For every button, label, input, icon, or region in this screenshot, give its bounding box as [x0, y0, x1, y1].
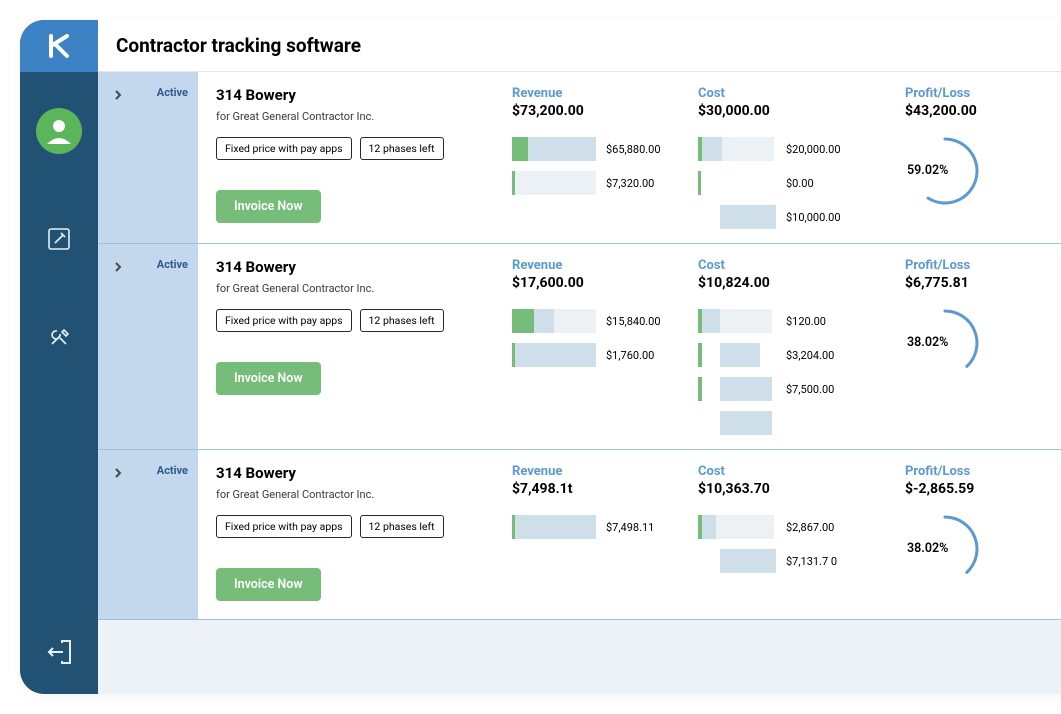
profit-arc: 38.02% — [905, 307, 985, 377]
bar-value: $3,204.00 — [786, 349, 834, 362]
cost-amount: $10,824.00 — [698, 275, 883, 291]
bar-row: $65,880.00 — [512, 137, 692, 161]
cost-label: Cost — [698, 86, 883, 101]
project-name: 314 Bowery — [216, 258, 506, 276]
cost-amount: $30,000.00 — [698, 103, 883, 119]
user-icon — [42, 114, 76, 148]
project-row: Active 314 Bowery for Great General Cont… — [98, 244, 1061, 450]
revenue-label: Revenue — [512, 258, 692, 273]
revenue-label: Revenue — [512, 464, 692, 479]
profit-label: Profit/Loss — [905, 86, 1035, 101]
revenue-amount: $7,498.1t — [512, 481, 692, 497]
revenue-amount: $73,200.00 — [512, 103, 692, 119]
row-left-strip: Active — [98, 72, 198, 243]
bar-value: $10,000.00 — [786, 211, 841, 224]
row-left-strip: Active — [98, 450, 198, 619]
invoice-now-button[interactable]: Invoice Now — [216, 190, 321, 223]
bar-value: $65,880.00 — [606, 143, 661, 156]
profit-amount: $6,775.81 — [905, 275, 1035, 291]
bar-value: $2,867.00 — [786, 521, 834, 534]
profit-arc: 59.02% — [905, 135, 985, 205]
expand-chevron-icon[interactable] — [109, 464, 127, 482]
status-badge: Active — [157, 258, 188, 271]
expand-chevron-icon[interactable] — [109, 258, 127, 276]
revenue-label: Revenue — [512, 86, 692, 101]
avatar[interactable] — [36, 108, 82, 154]
bar-row: $7,500.00 — [698, 377, 883, 401]
row-left-strip: Active — [98, 244, 198, 449]
main-content: Contractor tracking software Active 314 … — [98, 20, 1061, 694]
profit-percent: 38.02% — [907, 335, 948, 350]
edit-nav-icon[interactable] — [46, 226, 72, 252]
header: Contractor tracking software — [98, 20, 1061, 72]
bar-row: $120.00 — [698, 309, 883, 333]
bar-value: $7,498.11 — [606, 521, 654, 534]
tag-price-type: Fixed price with pay apps — [216, 309, 352, 332]
project-list: Active 314 Bowery for Great General Cont… — [98, 72, 1061, 694]
tag-phases: 12 phases left — [360, 137, 444, 160]
logo-k-icon — [45, 32, 73, 60]
project-row: Active 314 Bowery for Great General Cont… — [98, 450, 1061, 620]
bar-row: $20,000.00 — [698, 137, 883, 161]
app-frame: Contractor tracking software Active 314 … — [20, 20, 1061, 694]
invoice-now-button[interactable]: Invoice Now — [216, 362, 321, 395]
tag-phases: 12 phases left — [360, 515, 444, 538]
bar-value: $20,000.00 — [786, 143, 841, 156]
status-badge: Active — [157, 86, 188, 99]
bar-value: $0.00 — [786, 177, 814, 190]
cost-label: Cost — [698, 464, 883, 479]
logout-icon[interactable] — [45, 638, 73, 666]
tools-nav-icon[interactable] — [46, 324, 72, 350]
tag-phases: 12 phases left — [360, 309, 444, 332]
bar-row: $7,131.7 0 — [698, 549, 883, 573]
status-badge: Active — [157, 464, 188, 477]
profit-label: Profit/Loss — [905, 258, 1035, 273]
bar-row: $10,000.00 — [698, 205, 883, 229]
project-client: for Great General Contractor Inc. — [216, 282, 506, 295]
project-client: for Great General Contractor Inc. — [216, 488, 506, 501]
project-client: for Great General Contractor Inc. — [216, 110, 506, 123]
project-name: 314 Bowery — [216, 464, 506, 482]
revenue-amount: $17,600.00 — [512, 275, 692, 291]
page-title: Contractor tracking software — [116, 34, 361, 57]
profit-amount: $-2,865.59 — [905, 481, 1035, 497]
logo[interactable] — [20, 20, 98, 72]
project-row: Active 314 Bowery for Great General Cont… — [98, 72, 1061, 244]
bar-value: $7,500.00 — [786, 383, 834, 396]
invoice-now-button[interactable]: Invoice Now — [216, 568, 321, 601]
bar-row: $3,204.00 — [698, 343, 883, 367]
bar-value: $7,320.00 — [606, 177, 654, 190]
tag-price-type: Fixed price with pay apps — [216, 137, 352, 160]
bar-row: $7,320.00 — [512, 171, 692, 195]
profit-label: Profit/Loss — [905, 464, 1035, 479]
project-name: 314 Bowery — [216, 86, 506, 104]
bar-row: $2,867.00 — [698, 515, 883, 539]
bar-row: $7,498.11 — [512, 515, 692, 539]
bar-row: $0.00 — [698, 171, 883, 195]
profit-amount: $43,200.00 — [905, 103, 1035, 119]
sidebar — [20, 20, 98, 694]
expand-chevron-icon[interactable] — [109, 86, 127, 104]
bar-value: $7,131.7 0 — [786, 555, 837, 568]
bar-row: $1,760.00 — [512, 343, 692, 367]
profit-percent: 59.02% — [907, 163, 948, 178]
profit-percent: 38.02% — [907, 541, 948, 556]
bar-value: $1,760.00 — [606, 349, 654, 362]
cost-amount: $10,363.70 — [698, 481, 883, 497]
cost-label: Cost — [698, 258, 883, 273]
profit-arc: 38.02% — [905, 513, 985, 583]
bar-row — [698, 411, 883, 435]
bar-row: $15,840.00 — [512, 309, 692, 333]
tag-price-type: Fixed price with pay apps — [216, 515, 352, 538]
bar-value: $15,840.00 — [606, 315, 661, 328]
bar-value: $120.00 — [786, 315, 826, 328]
